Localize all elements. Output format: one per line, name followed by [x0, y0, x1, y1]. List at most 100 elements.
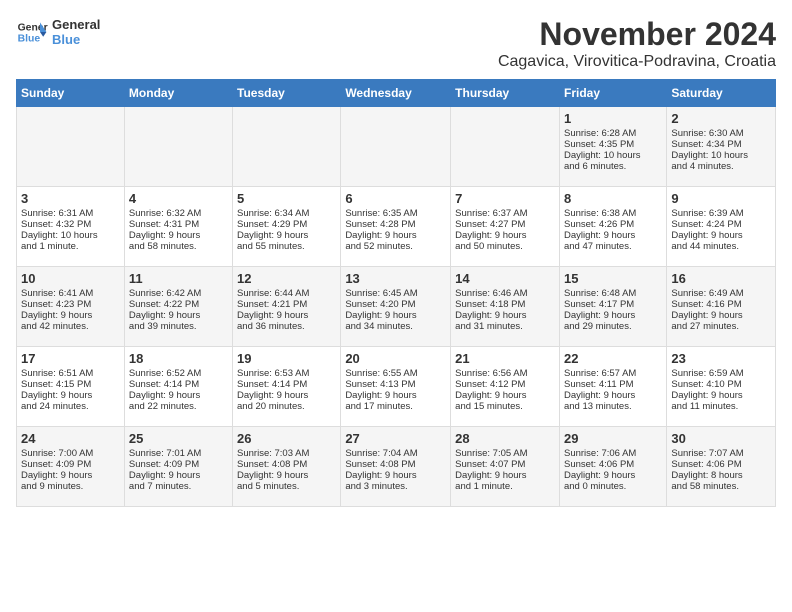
day-number: 22	[564, 351, 662, 366]
col-thursday: Thursday	[451, 80, 560, 107]
day-info: Sunrise: 6:48 AM	[564, 288, 662, 299]
day-info: Daylight: 9 hours	[129, 310, 228, 321]
day-info: Sunset: 4:12 PM	[455, 379, 555, 390]
col-saturday: Saturday	[667, 80, 776, 107]
day-info: and 39 minutes.	[129, 321, 228, 332]
day-number: 25	[129, 431, 228, 446]
day-info: Sunset: 4:22 PM	[129, 299, 228, 310]
day-info: and 0 minutes.	[564, 481, 662, 492]
month-title: November 2024	[498, 16, 776, 53]
day-number: 23	[671, 351, 771, 366]
day-info: Daylight: 9 hours	[564, 310, 662, 321]
day-number: 21	[455, 351, 555, 366]
day-info: Sunset: 4:20 PM	[345, 299, 446, 310]
cell-week5-day5: 29Sunrise: 7:06 AMSunset: 4:06 PMDayligh…	[559, 427, 666, 507]
day-info: Sunrise: 6:53 AM	[237, 368, 336, 379]
cell-week5-day0: 24Sunrise: 7:00 AMSunset: 4:09 PMDayligh…	[17, 427, 125, 507]
week-row-1: 1Sunrise: 6:28 AMSunset: 4:35 PMDaylight…	[17, 107, 776, 187]
day-info: Daylight: 9 hours	[21, 390, 120, 401]
cell-week3-day6: 16Sunrise: 6:49 AMSunset: 4:16 PMDayligh…	[667, 267, 776, 347]
day-number: 6	[345, 191, 446, 206]
cell-week5-day1: 25Sunrise: 7:01 AMSunset: 4:09 PMDayligh…	[124, 427, 232, 507]
day-info: Sunrise: 6:44 AM	[237, 288, 336, 299]
day-info: Sunset: 4:08 PM	[345, 459, 446, 470]
day-info: Sunrise: 6:38 AM	[564, 208, 662, 219]
day-info: Daylight: 9 hours	[455, 230, 555, 241]
cell-week2-day6: 9Sunrise: 6:39 AMSunset: 4:24 PMDaylight…	[667, 187, 776, 267]
day-info: Daylight: 8 hours	[671, 470, 771, 481]
day-info: Sunrise: 6:52 AM	[129, 368, 228, 379]
day-number: 13	[345, 271, 446, 286]
day-info: Sunrise: 6:56 AM	[455, 368, 555, 379]
cell-week2-day5: 8Sunrise: 6:38 AMSunset: 4:26 PMDaylight…	[559, 187, 666, 267]
day-number: 1	[564, 111, 662, 126]
day-info: and 1 minute.	[455, 481, 555, 492]
day-info: Sunrise: 6:51 AM	[21, 368, 120, 379]
cell-week5-day3: 27Sunrise: 7:04 AMSunset: 4:08 PMDayligh…	[341, 427, 451, 507]
day-info: Sunset: 4:11 PM	[564, 379, 662, 390]
col-wednesday: Wednesday	[341, 80, 451, 107]
week-row-5: 24Sunrise: 7:00 AMSunset: 4:09 PMDayligh…	[17, 427, 776, 507]
day-info: Sunset: 4:18 PM	[455, 299, 555, 310]
day-info: Daylight: 9 hours	[129, 230, 228, 241]
week-row-2: 3Sunrise: 6:31 AMSunset: 4:32 PMDaylight…	[17, 187, 776, 267]
cell-week2-day3: 6Sunrise: 6:35 AMSunset: 4:28 PMDaylight…	[341, 187, 451, 267]
calendar-table: Sunday Monday Tuesday Wednesday Thursday…	[16, 79, 776, 507]
day-info: and 22 minutes.	[129, 401, 228, 412]
week-row-4: 17Sunrise: 6:51 AMSunset: 4:15 PMDayligh…	[17, 347, 776, 427]
col-friday: Friday	[559, 80, 666, 107]
col-sunday: Sunday	[17, 80, 125, 107]
day-info: Sunrise: 6:57 AM	[564, 368, 662, 379]
day-info: Daylight: 9 hours	[671, 310, 771, 321]
day-info: Sunset: 4:28 PM	[345, 219, 446, 230]
day-info: and 50 minutes.	[455, 241, 555, 252]
day-number: 2	[671, 111, 771, 126]
day-info: Daylight: 9 hours	[345, 230, 446, 241]
day-info: Daylight: 10 hours	[564, 150, 662, 161]
cell-week3-day4: 14 Sunrise: 6:46 AMSunset: 4:18 PMDayligh…	[451, 267, 560, 347]
svg-text:Blue: Blue	[18, 34, 41, 45]
day-info: Daylight: 9 hours	[455, 310, 555, 321]
day-info: Sunset: 4:17 PM	[564, 299, 662, 310]
day-info: Sunrise: 6:46 AM	[455, 288, 555, 299]
day-info: Sunset: 4:32 PM	[21, 219, 120, 230]
day-info: and 4 minutes.	[671, 161, 771, 172]
logo-icon: General Blue	[16, 16, 48, 48]
day-number: 20	[345, 351, 446, 366]
day-info: Sunset: 4:06 PM	[671, 459, 771, 470]
cell-week4-day4: 21Sunrise: 6:56 AMSunset: 4:12 PMDayligh…	[451, 347, 560, 427]
day-number: 24	[21, 431, 120, 446]
day-info: Daylight: 9 hours	[21, 470, 120, 481]
cell-week3-day3: 13Sunrise: 6:45 AMSunset: 4:20 PMDayligh…	[341, 267, 451, 347]
day-number: 4	[129, 191, 228, 206]
day-info: and 29 minutes.	[564, 321, 662, 332]
day-number: 28	[455, 431, 555, 446]
day-info: and 7 minutes.	[129, 481, 228, 492]
logo: General Blue General Blue	[16, 16, 100, 48]
day-info: and 20 minutes.	[237, 401, 336, 412]
day-number: 9	[671, 191, 771, 206]
cell-week2-day0: 3Sunrise: 6:31 AMSunset: 4:32 PMDaylight…	[17, 187, 125, 267]
day-number: 14	[455, 271, 555, 286]
cell-week1-day2	[233, 107, 341, 187]
cell-week3-day0: 10Sunrise: 6:41 AMSunset: 4:23 PMDayligh…	[17, 267, 125, 347]
day-number: 7	[455, 191, 555, 206]
cell-week4-day5: 22 Sunrise: 6:57 AMSunset: 4:11 PMDayligh…	[559, 347, 666, 427]
day-info: Daylight: 9 hours	[455, 470, 555, 481]
day-info: Sunrise: 6:28 AM	[564, 128, 662, 139]
day-info: Sunset: 4:24 PM	[671, 219, 771, 230]
cell-week1-day4	[451, 107, 560, 187]
cell-week4-day2: 19Sunrise: 6:53 AMSunset: 4:14 PMDayligh…	[233, 347, 341, 427]
day-number: 30	[671, 431, 771, 446]
day-info: Daylight: 9 hours	[564, 390, 662, 401]
day-info: Sunrise: 6:32 AM	[129, 208, 228, 219]
day-info: and 13 minutes.	[564, 401, 662, 412]
day-info: Sunrise: 6:31 AM	[21, 208, 120, 219]
day-info: Sunrise: 7:03 AM	[237, 448, 336, 459]
day-info: Daylight: 10 hours	[671, 150, 771, 161]
day-info: and 27 minutes.	[671, 321, 771, 332]
day-number: 18	[129, 351, 228, 366]
day-info: Sunrise: 7:07 AM	[671, 448, 771, 459]
day-info: and 31 minutes.	[455, 321, 555, 332]
day-info: and 24 minutes.	[21, 401, 120, 412]
